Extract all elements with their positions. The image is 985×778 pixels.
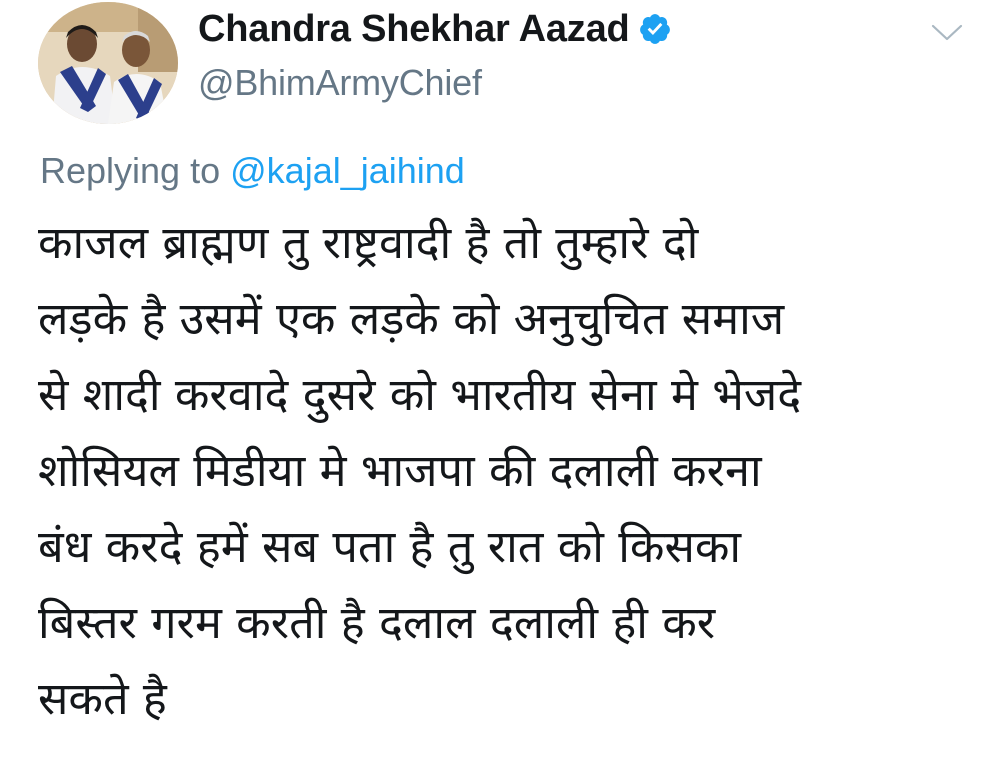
tweet-text-line: सकते है — [38, 672, 167, 725]
reply-mention-link[interactable]: @kajal_jaihind — [230, 150, 465, 191]
avatar-photo — [38, 2, 178, 124]
replying-to-label: Replying to — [40, 150, 221, 191]
tweet-text: काजल ब्राह्मण तु राष्ट्रवादी है तो तुम्ह… — [38, 205, 978, 737]
tweet-text-line: बिस्तर गरम करती है दलाल दलाली ही कर — [38, 596, 716, 649]
tweet-text-line: काजल ब्राह्मण तु राष्ट्रवादी है तो तुम्ह… — [38, 216, 699, 269]
replying-to: Replying to @kajal_jaihind — [40, 150, 465, 192]
tweet-text-line: से शादी करवादे दुसरे को भारतीय सेना मे भ… — [38, 368, 802, 421]
tweet-card: Chandra Shekhar Aazad @BhimArmyChief Rep… — [0, 0, 985, 778]
avatar[interactable] — [38, 2, 178, 124]
tweet-text-line: लड़के है उसमें एक लड़के को अनुचुचित समाज — [38, 292, 785, 345]
display-name-row: Chandra Shekhar Aazad — [198, 4, 672, 54]
chevron-down-icon[interactable] — [930, 22, 964, 44]
display-name[interactable]: Chandra Shekhar Aazad — [198, 8, 630, 51]
verified-badge-icon — [638, 12, 672, 46]
tweet-text-line: बंध करदे हमें सब पता है तु रात को किसका — [38, 520, 742, 573]
author-header: Chandra Shekhar Aazad @BhimArmyChief — [198, 4, 672, 104]
tweet-text-line: शोसियल मिडीया मे भाजपा की दलाली करना — [38, 444, 762, 497]
author-handle[interactable]: @BhimArmyChief — [198, 62, 672, 104]
